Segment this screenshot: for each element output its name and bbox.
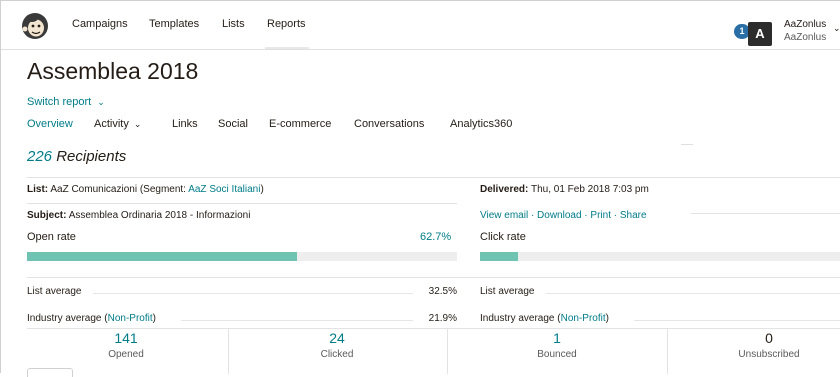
tab-social[interactable]: Social — [218, 118, 248, 130]
avatar[interactable]: A — [748, 22, 772, 46]
list-label: List: — [27, 184, 49, 195]
list-info: List: AaZ Comunicazioni (Segment: AaZ So… — [27, 184, 264, 195]
stat-clicked[interactable]: 24 Clicked — [237, 330, 437, 362]
divider — [181, 320, 413, 321]
subject-value: Assemblea Ordinaria 2018 - Informazioni — [68, 210, 251, 221]
delivered-label: Delivered: — [480, 184, 529, 195]
account-subname: AaZonlus — [784, 32, 827, 43]
divider — [27, 177, 840, 178]
divider — [27, 203, 457, 204]
click-rate-bar-fill — [480, 252, 519, 261]
email-actions-links[interactable]: View email · Download · Print · Share — [480, 210, 647, 221]
segment-close: ) — [260, 184, 264, 195]
click-rate-bar — [480, 252, 840, 261]
click-industry-average: Industry average (Non-Profit) — [480, 313, 609, 324]
click-rate-label: Click rate — [480, 231, 526, 243]
open-rate-bar — [27, 252, 457, 261]
industry-average-label: Industry average ( — [480, 313, 561, 324]
divider — [691, 213, 840, 214]
recipients-number[interactable]: 226 — [27, 148, 52, 165]
divider — [447, 328, 448, 374]
recipients-label: Recipients — [56, 148, 127, 165]
switch-report-dropdown[interactable]: Switch report ⌄ — [27, 96, 105, 108]
click-list-average-label: List average — [480, 286, 535, 297]
nav-lists[interactable]: Lists — [222, 18, 245, 30]
stat-unsubscribed-value: 0 — [765, 330, 773, 346]
chevron-down-icon: ⌄ — [97, 97, 105, 107]
divider — [93, 293, 413, 294]
nav-templates[interactable]: Templates — [149, 18, 199, 30]
tab-activity-label: Activity — [94, 118, 129, 130]
open-list-average-value: 32.5% — [428, 286, 457, 297]
divider — [634, 320, 840, 321]
stat-opened-value[interactable]: 141 — [26, 330, 226, 346]
tab-activity[interactable]: Activity ⌄ — [94, 118, 141, 130]
delivered-value: Thu, 01 Feb 2018 7:03 pm — [530, 184, 649, 195]
stat-clicked-label: Clicked — [320, 349, 354, 360]
tab-ecommerce[interactable]: E-commerce — [269, 118, 331, 130]
stat-clicked-value[interactable]: 24 — [237, 330, 437, 346]
tab-analytics360[interactable]: Analytics360 — [450, 118, 512, 130]
open-industry-average-value: 21.9% — [428, 313, 457, 324]
stat-bounced-label: Bounced — [537, 349, 577, 360]
switch-report-label: Switch report — [27, 96, 92, 108]
divider — [27, 277, 840, 278]
stat-bounced-value[interactable]: 1 — [457, 330, 657, 346]
industry-link[interactable]: Non-Profit — [561, 313, 606, 324]
page-title: Assemblea 2018 — [27, 58, 199, 84]
stat-opened[interactable]: 141 Opened — [26, 330, 226, 362]
list-value: AaZ Comunicazioni (Segment: — [50, 184, 186, 195]
open-industry-average: Industry average (Non-Profit) — [27, 313, 156, 324]
nav-reports[interactable]: Reports — [267, 18, 306, 30]
stat-unsubscribed-label: Unsubscribed — [738, 349, 800, 360]
divider — [27, 328, 840, 329]
open-list-average-label: List average — [27, 286, 82, 297]
open-rate-value: 62.7% — [420, 231, 452, 243]
tab-links[interactable]: Links — [172, 118, 198, 130]
divider — [546, 293, 840, 294]
divider — [228, 328, 229, 374]
stat-unsubscribed[interactable]: 0 Unsubscribed — [669, 330, 840, 362]
industry-close: ) — [605, 313, 609, 324]
industry-close: ) — [152, 313, 156, 324]
stat-bounced[interactable]: 1 Bounced — [457, 330, 657, 362]
industry-link[interactable]: Non-Profit — [108, 313, 153, 324]
nav-active-indicator — [265, 47, 309, 49]
chevron-down-icon: ⌄ — [133, 119, 142, 129]
top-navbar: Campaigns Templates Lists Reports 1 A Aa… — [1, 1, 840, 50]
nav-campaigns[interactable]: Campaigns — [72, 18, 128, 30]
account-name[interactable]: AaZonlus — [784, 19, 826, 31]
tab-overview[interactable]: Overview — [27, 118, 73, 130]
open-rate-label: Open rate — [27, 231, 76, 243]
mailchimp-logo-icon[interactable] — [19, 9, 51, 41]
divider — [667, 328, 668, 374]
recipients-count: 226 Recipients — [27, 148, 126, 165]
stat-opened-label: Opened — [108, 349, 144, 360]
industry-average-label: Industry average ( — [27, 313, 108, 324]
divider — [681, 144, 693, 145]
subject-info: Subject: Assemblea Ordinaria 2018 - Info… — [27, 210, 250, 221]
subject-label: Subject: — [27, 210, 67, 221]
open-rate-bar-fill — [27, 252, 297, 261]
segment-link[interactable]: AaZ Soci Italiani — [188, 184, 260, 195]
tab-conversations[interactable]: Conversations — [354, 118, 424, 130]
delivered-info: Delivered: Thu, 01 Feb 2018 7:03 pm — [480, 184, 649, 195]
chevron-down-icon[interactable]: ⌄ — [833, 23, 840, 34]
